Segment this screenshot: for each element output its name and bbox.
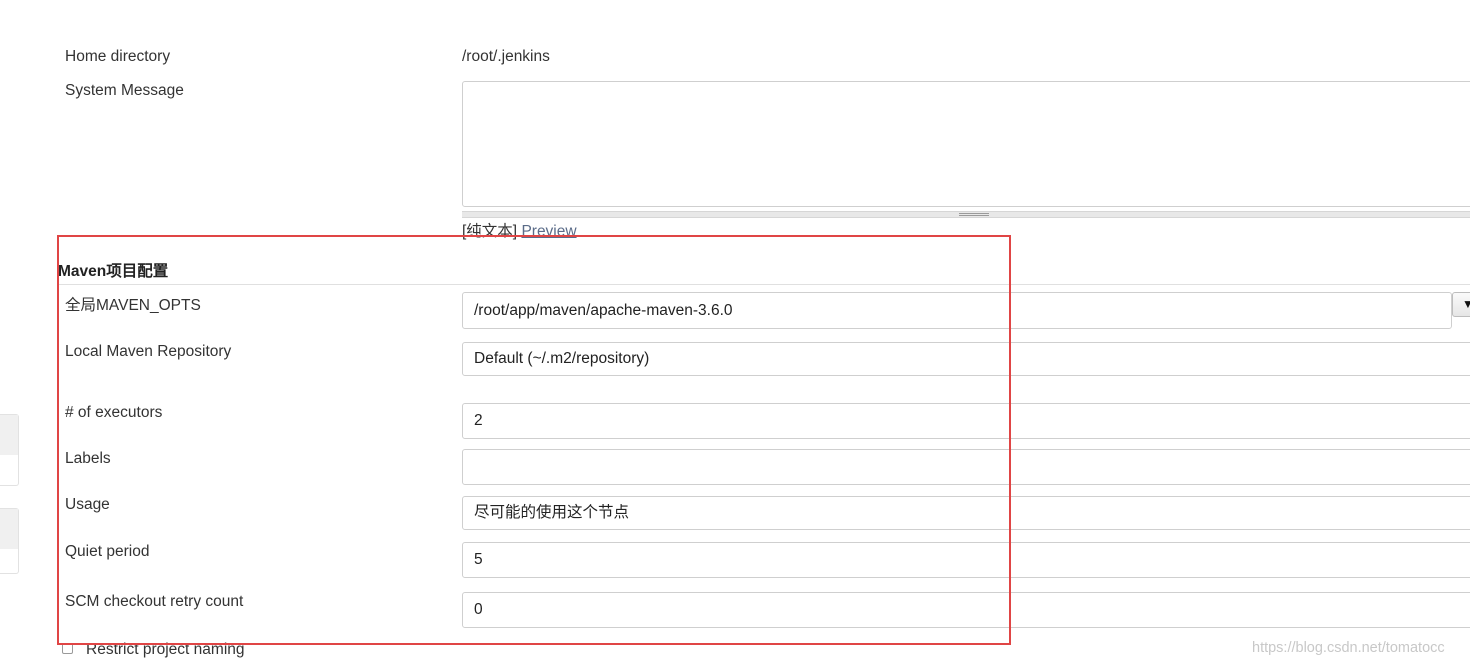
scm-retry-label: SCM checkout retry count bbox=[65, 593, 244, 610]
quiet-period-input[interactable] bbox=[462, 542, 1470, 578]
home-directory-label: Home directory bbox=[65, 48, 171, 65]
restrict-naming-checkbox[interactable] bbox=[62, 643, 73, 654]
scm-retry-input[interactable] bbox=[462, 592, 1470, 628]
labels-label: Labels bbox=[65, 450, 111, 467]
local-repository-select[interactable]: Default (~/.m2/repository) bbox=[462, 342, 1470, 376]
dropdown-arrow-icon: ▼ bbox=[1462, 297, 1470, 311]
usage-label: Usage bbox=[65, 496, 110, 513]
local-repository-label: Local Maven Repository bbox=[65, 343, 232, 360]
section-divider bbox=[58, 284, 1470, 285]
global-maven-opts-input[interactable] bbox=[462, 292, 1452, 329]
usage-select[interactable]: 尽可能的使用这个节点 bbox=[462, 496, 1470, 530]
grip-icon bbox=[959, 213, 989, 216]
quiet-period-label: Quiet period bbox=[65, 543, 150, 560]
watermark: https://blog.csdn.net/tomatocc bbox=[1252, 640, 1445, 656]
side-panel-tab-1 bbox=[0, 414, 19, 486]
side-panel-tab-2 bbox=[0, 508, 19, 574]
system-message-label: System Message bbox=[65, 82, 184, 99]
maven-section-title: Maven项目配置 bbox=[58, 263, 169, 280]
labels-input[interactable] bbox=[462, 449, 1470, 485]
plain-text-format-label: [纯文本] bbox=[462, 223, 518, 240]
executors-input[interactable] bbox=[462, 403, 1470, 439]
global-maven-opts-label: 全局MAVEN_OPTS bbox=[65, 297, 201, 314]
preview-link[interactable]: Preview bbox=[521, 223, 576, 240]
system-message-textarea[interactable] bbox=[462, 81, 1470, 207]
restrict-naming-label: Restrict project naming bbox=[86, 641, 245, 658]
executors-label: # of executors bbox=[65, 404, 163, 421]
global-maven-opts-dropdown-button[interactable]: ▼ bbox=[1452, 292, 1470, 317]
home-directory-value: /root/.jenkins bbox=[462, 48, 550, 65]
markup-line: [纯文本] Preview bbox=[462, 219, 577, 241]
